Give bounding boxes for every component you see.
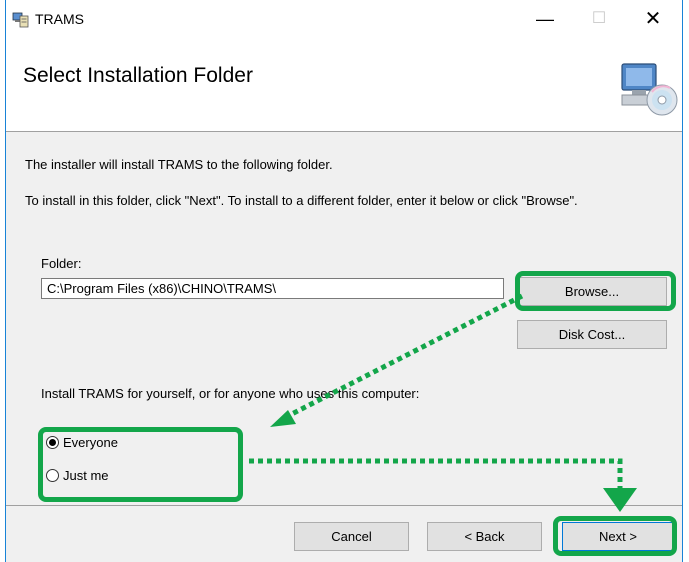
maximize-button[interactable]: ☐	[576, 0, 622, 40]
intro-text: The installer will install TRAMS to the …	[25, 157, 333, 172]
computer-cd-icon	[621, 63, 678, 116]
folder-label: Folder:	[41, 256, 82, 271]
next-highlight	[553, 516, 677, 556]
disk-cost-button[interactable]: Disk Cost...	[517, 320, 667, 349]
window-title: TRAMS	[35, 11, 84, 27]
install-for-label: Install TRAMS for yourself, or for anyon…	[41, 386, 420, 401]
back-button[interactable]: < Back	[427, 522, 542, 551]
minimize-button[interactable]: —	[522, 0, 568, 40]
footer-divider	[6, 505, 682, 506]
installer-icon	[12, 12, 29, 28]
options-highlight	[38, 427, 243, 502]
title-bar[interactable]: TRAMS — ☐ ✕	[6, 0, 682, 40]
cancel-button[interactable]: Cancel	[294, 522, 409, 551]
wizard-header: Select Installation Folder	[6, 40, 682, 132]
close-button[interactable]: ✕	[630, 0, 676, 40]
page-title: Select Installation Folder	[23, 64, 253, 87]
folder-input[interactable]	[41, 278, 504, 299]
browse-highlight	[515, 271, 676, 311]
instruction-text: To install in this folder, click "Next".…	[25, 193, 578, 208]
